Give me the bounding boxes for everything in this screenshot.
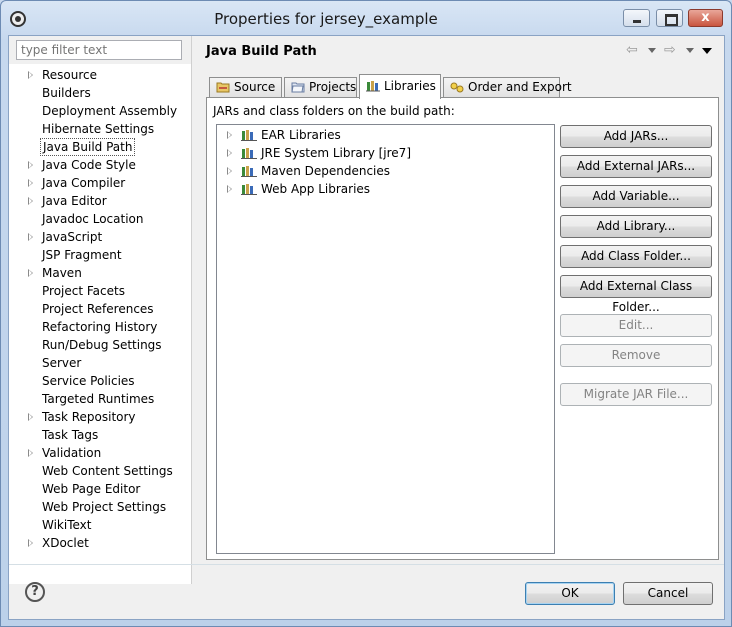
nav-item-web-project-settings[interactable]: Web Project Settings — [40, 498, 168, 516]
tab-libraries[interactable]: Libraries — [359, 74, 441, 99]
library-label: Web App Libraries — [261, 182, 371, 196]
nav-item-task-repository[interactable]: Task Repository — [40, 408, 138, 426]
history-nav: ⇦ ⇨ — [626, 42, 716, 58]
libraries-caption: JARs and class folders on the build path… — [213, 104, 455, 118]
order-export-icon — [450, 82, 464, 93]
nav-item-project-facets[interactable]: Project Facets — [40, 282, 127, 300]
library-icon — [241, 166, 257, 177]
forward-dropdown-icon[interactable] — [686, 48, 694, 53]
nav-item-server[interactable]: Server — [40, 354, 83, 372]
nav-item-java-build-path[interactable]: Java Build Path — [40, 138, 136, 156]
nav-item-wikitext[interactable]: WikiText — [40, 516, 94, 534]
window-title: Properties for jersey_example — [214, 10, 438, 28]
expand-arrow-icon[interactable] — [227, 149, 232, 157]
expand-arrow-icon[interactable] — [28, 161, 33, 169]
forward-arrow-icon[interactable]: ⇨ — [664, 42, 680, 58]
tab-label: Source — [234, 80, 276, 94]
migrate-jar-file-button: Migrate JAR File... — [560, 383, 712, 406]
maximize-button[interactable] — [656, 9, 683, 27]
nav-item-javascript[interactable]: JavaScript — [40, 228, 104, 246]
source-folder-icon — [216, 82, 230, 93]
tab-label: Libraries — [384, 79, 436, 93]
expand-arrow-icon[interactable] — [227, 185, 232, 193]
libraries-panel: JARs and class folders on the build path… — [206, 97, 719, 560]
library-icon — [241, 184, 257, 195]
library-icon — [241, 148, 257, 159]
library-label: Maven Dependencies — [261, 164, 391, 178]
nav-item-validation[interactable]: Validation — [40, 444, 103, 462]
nav-item-web-content-settings[interactable]: Web Content Settings — [40, 462, 175, 480]
add-variable-button[interactable]: Add Variable... — [560, 185, 712, 208]
library-label: EAR Libraries — [261, 128, 341, 142]
expand-arrow-icon[interactable] — [28, 71, 33, 79]
tab-label: Projects — [309, 80, 357, 94]
ok-button[interactable]: OK — [525, 582, 615, 605]
nav-item-task-tags[interactable]: Task Tags — [40, 426, 100, 444]
title-bar[interactable]: Properties for jersey_example x — [1, 1, 731, 37]
view-menu-icon[interactable] — [702, 48, 712, 54]
nav-item-hibernate-settings[interactable]: Hibernate Settings — [40, 120, 156, 138]
back-dropdown-icon[interactable] — [648, 48, 656, 53]
library-tree[interactable]: EAR Libraries JRE System Library [jre7] Ma… — [216, 124, 555, 554]
properties-window: Properties for jersey_example x Resource… — [0, 0, 732, 627]
add-external-class-folder-button[interactable]: Add External Class Folder... — [560, 275, 712, 314]
help-icon[interactable]: ? — [25, 582, 45, 602]
nav-item-java-compiler[interactable]: Java Compiler — [40, 174, 127, 192]
nav-item-maven[interactable]: Maven — [40, 264, 84, 282]
property-page-tree: Resource Builders Deployment Assembly Hiber… — [9, 64, 191, 584]
expand-arrow-icon[interactable] — [28, 197, 33, 205]
nav-item-jsp-fragment[interactable]: JSP Fragment — [40, 246, 124, 264]
add-class-folder-button[interactable]: Add Class Folder... — [560, 245, 712, 268]
cancel-button[interactable]: Cancel — [623, 582, 713, 605]
nav-item-java-editor[interactable]: Java Editor — [40, 192, 109, 210]
add-library-button[interactable]: Add Library... — [560, 215, 712, 238]
library-icon — [366, 81, 380, 92]
minimize-button[interactable] — [623, 9, 650, 27]
footer-divider — [9, 564, 724, 565]
build-path-tabs: Source Projects Libraries Order and Expo… — [209, 74, 719, 99]
nav-item-java-code-style[interactable]: Java Code Style — [40, 156, 138, 174]
nav-item-builders[interactable]: Builders — [40, 84, 93, 102]
library-icon — [241, 130, 257, 141]
add-jars-button[interactable]: Add JARs... — [560, 125, 712, 148]
filter-input[interactable] — [16, 40, 182, 60]
expand-arrow-icon[interactable] — [28, 269, 33, 277]
nav-item-targeted-runtimes[interactable]: Targeted Runtimes — [40, 390, 156, 408]
nav-item-run-debug-settings[interactable]: Run/Debug Settings — [40, 336, 164, 354]
nav-item-web-page-editor[interactable]: Web Page Editor — [40, 480, 142, 498]
nav-item-project-references[interactable]: Project References — [40, 300, 156, 318]
tab-label: Order and Export — [468, 80, 572, 94]
nav-item-service-policies[interactable]: Service Policies — [40, 372, 137, 390]
expand-arrow-icon[interactable] — [28, 539, 33, 547]
panel-sash[interactable] — [191, 36, 194, 584]
nav-item-xdoclet[interactable]: XDoclet — [40, 534, 91, 552]
nav-item-resource[interactable]: Resource — [40, 66, 99, 84]
expand-arrow-icon[interactable] — [28, 233, 33, 241]
expand-arrow-icon[interactable] — [227, 131, 232, 139]
expand-arrow-icon[interactable] — [28, 449, 33, 457]
back-arrow-icon[interactable]: ⇦ — [626, 42, 642, 58]
tab-order-and-export[interactable]: Order and Export — [443, 77, 572, 98]
nav-item-refactoring-history[interactable]: Refactoring History — [40, 318, 159, 336]
dialog-client: ResourceBuildersDeployment AssemblyHiber… — [8, 35, 725, 620]
edit-button: Edit... — [560, 314, 712, 337]
nav-item-javadoc-location[interactable]: Javadoc Location — [40, 210, 145, 228]
expand-arrow-icon[interactable] — [227, 167, 232, 175]
nav-item-deployment-assembly[interactable]: Deployment Assembly — [40, 102, 179, 120]
close-icon: x — [701, 10, 710, 25]
add-external-jars-button[interactable]: Add External JARs... — [560, 155, 712, 178]
expand-arrow-icon[interactable] — [28, 179, 33, 187]
project-icon — [291, 82, 305, 93]
page-title: Java Build Path — [206, 44, 317, 59]
close-button[interactable]: x — [688, 9, 723, 27]
expand-arrow-icon[interactable] — [28, 413, 33, 421]
tab-projects[interactable]: Projects — [284, 77, 357, 98]
library-label: JRE System Library [jre7] — [261, 146, 411, 160]
remove-button: Remove — [560, 344, 712, 367]
tab-source[interactable]: Source — [209, 77, 282, 98]
